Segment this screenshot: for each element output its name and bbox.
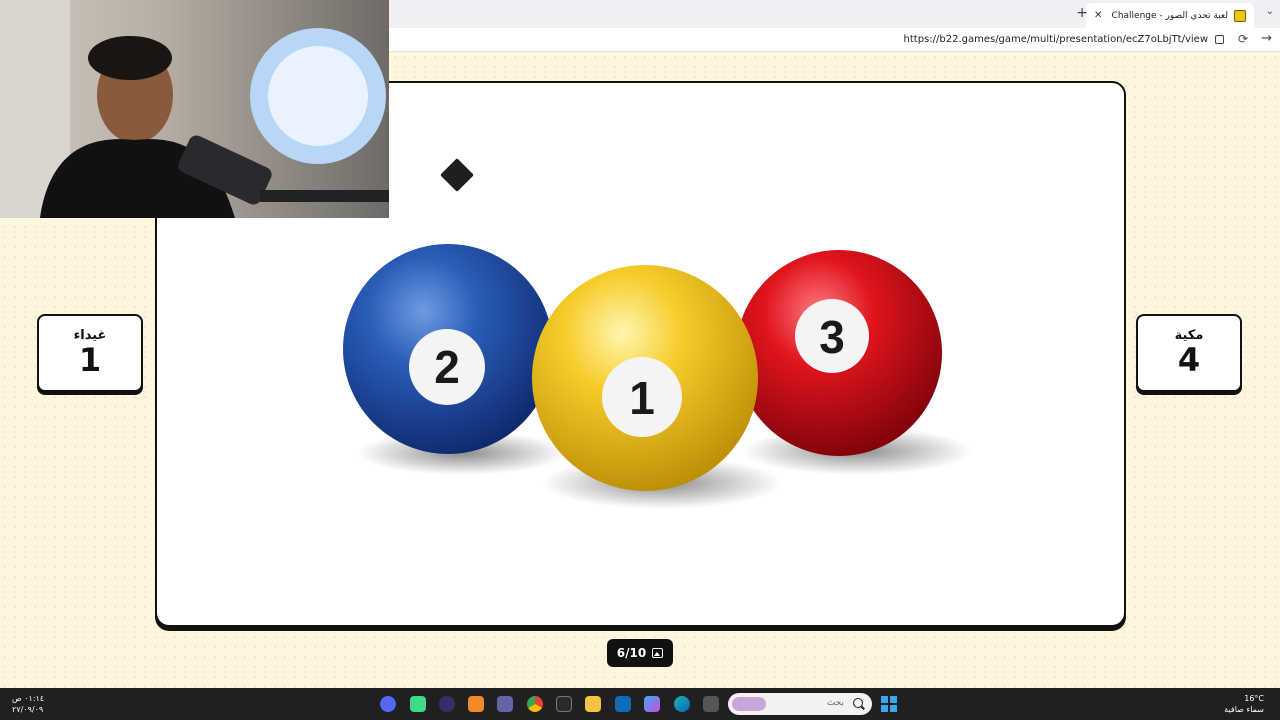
- left-player-score: 1: [78, 341, 102, 379]
- clock-date: ٢٧/٠٩/٠٩: [12, 705, 44, 714]
- left-player-score-card: غيداء 1: [37, 314, 143, 392]
- ball-2: 2: [343, 244, 553, 454]
- ball-1: 1: [532, 265, 758, 491]
- tab-close-icon[interactable]: ✕: [1094, 10, 1102, 21]
- copilot-icon[interactable]: [644, 696, 660, 712]
- webcam-overlay: [0, 0, 389, 218]
- ball-3-number: 3: [819, 311, 845, 363]
- right-player-score: 4: [1177, 341, 1201, 379]
- windows-start-icon[interactable]: [881, 696, 897, 712]
- outlook-icon[interactable]: [615, 696, 631, 712]
- discord-icon[interactable]: [380, 696, 396, 712]
- ball-2-number: 2: [434, 341, 460, 393]
- right-player-score-card: مكية 4: [1136, 314, 1242, 392]
- ball-3: 3: [736, 250, 942, 456]
- forward-arrow-icon[interactable]: →: [1261, 31, 1272, 46]
- search-highlight-icon: [732, 697, 766, 711]
- round-counter: 6/10: [607, 639, 673, 667]
- taskbar: ٠١:١٤ ص ٢٧/٠٩/٠٩ بحث 16°C سماء صافية: [0, 688, 1280, 720]
- obs-icon[interactable]: [439, 696, 455, 712]
- round-counter-text: 6/10: [616, 646, 647, 660]
- search-placeholder: بحث: [826, 698, 844, 708]
- teams-icon[interactable]: [497, 696, 513, 712]
- weather-condition: سماء صافية: [1224, 705, 1264, 714]
- clock-time: ٠١:١٤ ص: [12, 694, 45, 703]
- app-orange-icon[interactable]: [468, 696, 484, 712]
- tab-favicon-icon: [1234, 9, 1246, 22]
- edge-icon[interactable]: [674, 696, 690, 712]
- android-app-icon[interactable]: [410, 696, 426, 712]
- store-icon[interactable]: [556, 696, 572, 712]
- search-icon: [853, 698, 863, 708]
- webcam-feed-image: [0, 0, 389, 218]
- weather-temperature: 16°C: [1244, 694, 1264, 703]
- image-icon: [652, 648, 664, 658]
- file-explorer-icon[interactable]: [585, 696, 601, 712]
- new-tab-button[interactable]: +: [1076, 5, 1088, 21]
- lock-icon[interactable]: [1215, 35, 1224, 44]
- url-field[interactable]: https://b22.games/game/multi/presentatio…: [904, 34, 1208, 45]
- taskbar-clock[interactable]: ٠١:١٤ ص ٢٧/٠٩/٠٩: [12, 693, 44, 715]
- taskbar-search-box[interactable]: بحث: [728, 693, 872, 715]
- tab-title: لعبة تحدي الصور - Photo Challenge: [1108, 10, 1228, 21]
- browser-tab-active[interactable]: لعبة تحدي الصور - Photo Challenge ✕: [1086, 3, 1254, 28]
- taskview-icon[interactable]: [703, 696, 719, 712]
- tab-list-chevron-icon[interactable]: ⌄: [1266, 6, 1274, 17]
- taskbar-weather[interactable]: 16°C سماء صافية: [1224, 693, 1264, 715]
- ball-1-number: 1: [629, 372, 655, 424]
- chrome-icon[interactable]: [527, 696, 543, 712]
- reload-icon[interactable]: ⟳: [1238, 32, 1248, 46]
